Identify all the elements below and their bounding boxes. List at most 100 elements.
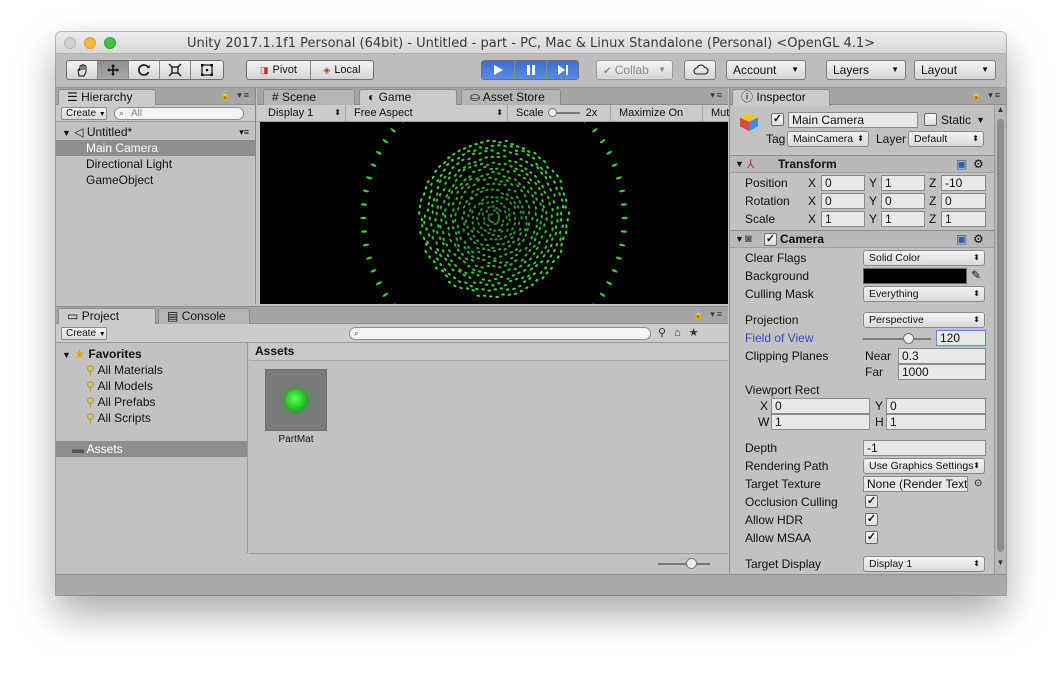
- gear-icon[interactable]: ⚙: [973, 231, 984, 247]
- panel-menu-icon[interactable]: ▾≡: [710, 90, 724, 101]
- transform-z-field[interactable]: 0: [941, 193, 986, 209]
- hierarchy-item[interactable]: GameObject: [56, 172, 255, 188]
- scroll-up-arrow-icon[interactable]: ▲: [995, 105, 1006, 117]
- scale-slider[interactable]: Scale 2x: [508, 105, 611, 121]
- local-button[interactable]: ◈ Local: [311, 61, 373, 79]
- favorites-row[interactable]: ▼ ★ Favorites: [56, 346, 247, 362]
- project-search-input[interactable]: ⌕: [349, 327, 651, 340]
- tab-scene[interactable]: # Scene: [263, 89, 355, 105]
- target-texture-field[interactable]: None (Render Text: [863, 476, 968, 492]
- help-book-icon[interactable]: ▣: [956, 231, 967, 247]
- account-dropdown[interactable]: Account ▼: [726, 60, 806, 80]
- tag-dropdown[interactable]: MainCamera ⬍: [787, 131, 869, 147]
- scale-slider-thumb[interactable]: [547, 108, 557, 118]
- mute-audio-toggle[interactable]: Mut: [703, 105, 729, 121]
- clear-flags-dropdown[interactable]: Solid Color ⬍: [863, 250, 985, 266]
- transform-x-field[interactable]: 0: [821, 175, 865, 191]
- fov-slider[interactable]: [863, 333, 931, 344]
- target-display-dropdown[interactable]: Display 1 ⬍: [863, 556, 985, 572]
- maximize-on-play-toggle[interactable]: Maximize On Play: [611, 105, 703, 135]
- transform-y-field[interactable]: 1: [881, 211, 925, 227]
- step-button[interactable]: [547, 61, 578, 79]
- rendering-path-dropdown[interactable]: Use Graphics Settings ⬍: [863, 458, 985, 474]
- scroll-thumb[interactable]: [997, 119, 1004, 552]
- scroll-down-arrow-icon[interactable]: ▼: [995, 558, 1006, 570]
- tab-project[interactable]: ▭ Project: [58, 308, 156, 325]
- projection-dropdown[interactable]: Perspective ⬍: [863, 312, 985, 328]
- favorite-item[interactable]: ⚲ All Materials: [56, 362, 247, 378]
- camera-header[interactable]: ▼ ◙ ✓ Camera ▣ ⚙: [730, 230, 994, 248]
- search-by-type-icon[interactable]: ⚲: [658, 327, 674, 339]
- game-viewport[interactable]: [260, 122, 728, 304]
- transform-y-field[interactable]: 1: [881, 175, 925, 191]
- pause-button[interactable]: [515, 61, 547, 79]
- vp-w-field[interactable]: 1: [771, 414, 870, 430]
- eyedropper-icon[interactable]: ✎: [971, 267, 981, 283]
- rotate-tool-button[interactable]: [129, 61, 160, 79]
- tab-inspector[interactable]: ⓘ Inspector: [732, 89, 830, 106]
- layer-dropdown[interactable]: Default ⬍: [908, 131, 984, 147]
- material-thumbnail[interactable]: [265, 369, 327, 431]
- fov-slider-thumb[interactable]: [902, 333, 914, 344]
- transform-x-field[interactable]: 1: [821, 211, 865, 227]
- tab-asset-store[interactable]: ⛀ Asset Store: [461, 89, 561, 105]
- assets-folder-row[interactable]: ▬ Assets: [56, 441, 247, 457]
- allow-msaa-checkbox[interactable]: ✓: [865, 531, 878, 544]
- vp-y-field[interactable]: 0: [886, 398, 986, 414]
- vp-x-field[interactable]: 0: [771, 398, 870, 414]
- panel-menu-icon[interactable]: 🔒 ▾≡: [693, 309, 724, 320]
- culling-mask-dropdown[interactable]: Everything ⬍: [863, 286, 985, 302]
- play-button[interactable]: [482, 61, 515, 79]
- scale-tool-button[interactable]: [160, 61, 191, 79]
- thumbnail-size-slider[interactable]: [658, 558, 710, 569]
- search-by-label-icon[interactable]: ⌂: [674, 327, 689, 339]
- tab-hierarchy[interactable]: ☰ Hierarchy: [58, 89, 156, 106]
- scale-slider-track[interactable]: [547, 108, 580, 118]
- thumbnail-slider-thumb[interactable]: [686, 558, 697, 569]
- panel-menu-icon[interactable]: 🔒 ▾≡: [220, 90, 251, 101]
- help-book-icon[interactable]: ▣: [956, 156, 967, 172]
- rect-tool-button[interactable]: [191, 61, 223, 79]
- scene-root-row[interactable]: ▼ ◁ Untitled* ▾≡: [56, 124, 255, 140]
- near-field[interactable]: 0.3: [898, 348, 986, 364]
- hierarchy-create-dropdown[interactable]: Create ▼: [61, 107, 107, 120]
- transform-z-field[interactable]: 1: [941, 211, 986, 227]
- transform-x-field[interactable]: 0: [821, 193, 865, 209]
- object-name-field[interactable]: Main Camera: [788, 112, 918, 128]
- far-field[interactable]: 1000: [898, 364, 986, 380]
- layers-dropdown[interactable]: Layers ▼: [826, 60, 906, 80]
- depth-field[interactable]: -1: [863, 440, 986, 456]
- display-dropdown[interactable]: Display 1 ⬍: [260, 105, 346, 121]
- favorite-star-icon[interactable]: ★: [689, 327, 707, 339]
- aspect-dropdown[interactable]: Free Aspect ⬍: [346, 105, 508, 121]
- panel-menu-icon[interactable]: 🔒 ▾≡: [971, 90, 1002, 101]
- layout-dropdown[interactable]: Layout ▼: [914, 60, 996, 80]
- favorite-item[interactable]: ⚲ All Prefabs: [56, 394, 247, 410]
- favorite-item[interactable]: ⚲ All Models: [56, 378, 247, 394]
- favorite-item[interactable]: ⚲ All Scripts: [56, 410, 247, 426]
- scene-menu-icon[interactable]: ▾≡: [239, 124, 249, 140]
- camera-enabled-checkbox[interactable]: ✓: [764, 233, 777, 246]
- project-create-dropdown[interactable]: Create ▼: [61, 327, 107, 340]
- transform-header[interactable]: ▼ ⅄ Transform ▣ ⚙: [730, 155, 994, 173]
- object-picker-icon[interactable]: ⊙: [974, 476, 982, 492]
- vp-h-field[interactable]: 1: [886, 414, 986, 430]
- hand-tool-button[interactable]: [67, 61, 98, 79]
- chevron-down-icon[interactable]: ▼: [976, 112, 985, 128]
- move-tool-button[interactable]: [98, 61, 129, 79]
- hierarchy-item[interactable]: Directional Light: [56, 156, 255, 172]
- inspector-scrollbar[interactable]: ▲ ▼: [994, 105, 1006, 574]
- tab-console[interactable]: ▤ Console: [158, 308, 250, 324]
- static-checkbox[interactable]: [924, 113, 937, 126]
- tab-game[interactable]: ◐ Game: [359, 89, 457, 106]
- occlusion-culling-checkbox[interactable]: ✓: [865, 495, 878, 508]
- transform-y-field[interactable]: 0: [881, 193, 925, 209]
- transform-z-field[interactable]: -10: [941, 175, 986, 191]
- hierarchy-item[interactable]: Main Camera: [56, 140, 255, 156]
- allow-hdr-checkbox[interactable]: ✓: [865, 513, 878, 526]
- pivot-button[interactable]: ◨ Pivot: [247, 61, 311, 79]
- hierarchy-search-input[interactable]: ⌕ All: [114, 107, 244, 120]
- collab-dropdown[interactable]: ✔ Collab ▼: [596, 60, 673, 80]
- cloud-button[interactable]: [684, 60, 716, 80]
- background-color-swatch[interactable]: [863, 268, 967, 284]
